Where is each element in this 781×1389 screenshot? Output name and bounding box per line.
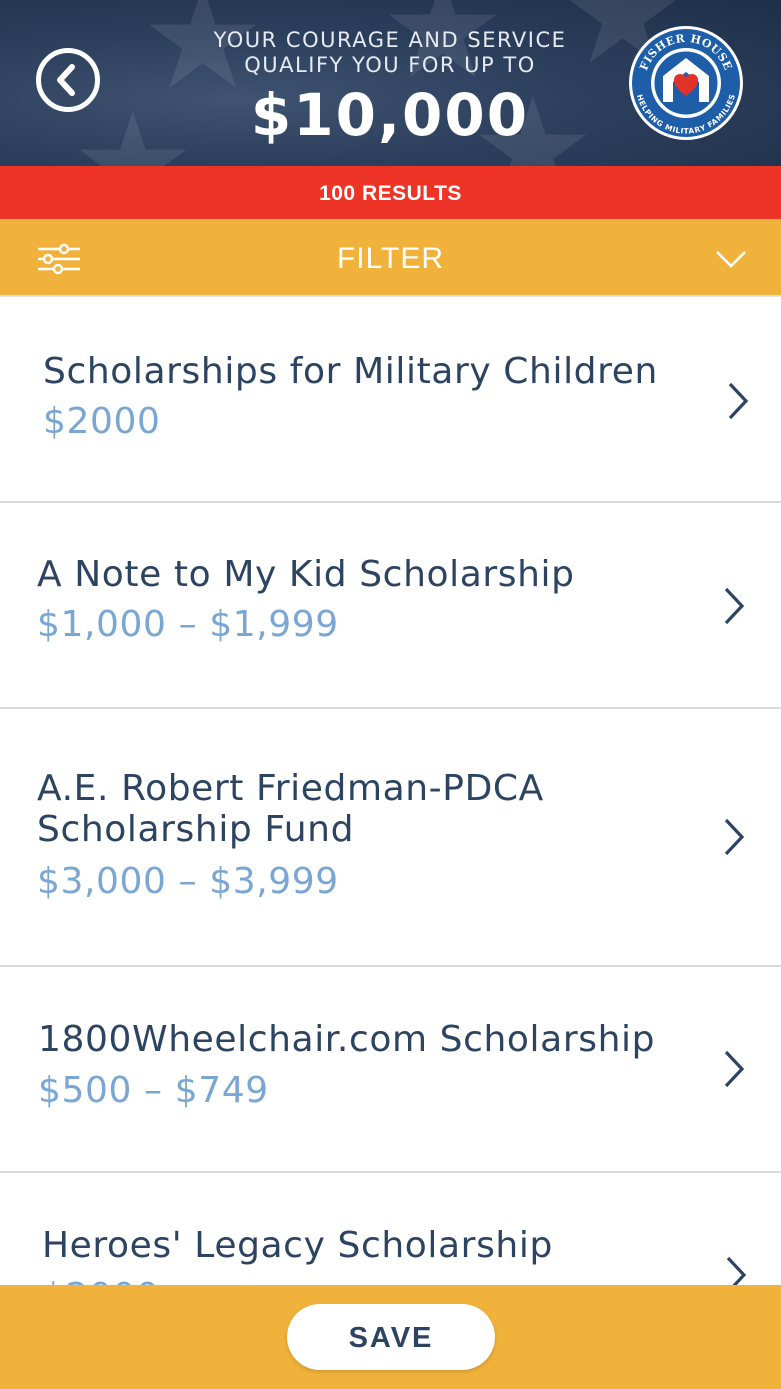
scholarship-amount: $2000 — [42, 1276, 160, 1285]
list-item[interactable]: A.E. Robert Friedman-PDCA Scholarship Fu… — [0, 709, 781, 967]
results-count: 100 RESULTS — [0, 166, 781, 219]
list-item[interactable]: Scholarships for Military Children $2000 — [0, 297, 781, 503]
scholarship-title: A Note to My Kid Scholarship — [37, 554, 575, 595]
sliders-icon[interactable] — [36, 243, 80, 275]
scholarship-amount: $2000 — [43, 401, 161, 442]
chevron-right-icon — [724, 818, 745, 856]
save-button[interactable]: SAVE — [287, 1304, 495, 1370]
scholarship-amount: $1,000 – $1,999 — [37, 604, 339, 645]
chevron-down-icon[interactable] — [714, 247, 748, 271]
chevron-right-icon — [724, 587, 745, 625]
chevron-right-icon — [728, 382, 749, 420]
list-item[interactable]: Heroes' Legacy Scholarship $2000 — [0, 1173, 781, 1285]
header-banner: ★ ★ ★ ★ ★ YOUR COURAGE AND SERVICE QUALI… — [0, 0, 781, 166]
scholarship-title: Scholarships for Military Children — [43, 351, 658, 392]
filter-toggle[interactable]: FILTER — [0, 219, 781, 295]
scholarship-title-line1: A.E. Robert Friedman-PDCA — [37, 768, 544, 809]
scholarship-title: 1800Wheelchair.com Scholarship — [38, 1019, 656, 1060]
fisher-house-logo: FISHER HOUSE HELPING MILITARY FAMILIES — [629, 26, 743, 140]
scholarship-amount: $3,000 – $3,999 — [37, 861, 339, 902]
list-item[interactable]: 1800Wheelchair.com Scholarship $500 – $7… — [0, 967, 781, 1173]
scholarship-amount: $500 – $749 — [38, 1070, 269, 1111]
back-button[interactable] — [36, 48, 100, 112]
header-subtitle-line2: QUALIFY YOU FOR UP TO — [244, 53, 536, 77]
footer-bar: SAVE — [0, 1285, 781, 1389]
chevron-left-circle-icon — [57, 64, 75, 96]
scholarship-list: Scholarships for Military Children $2000… — [0, 295, 781, 1285]
chevron-right-icon — [726, 1256, 747, 1285]
header-subtitle-line1: YOUR COURAGE AND SERVICE — [213, 28, 567, 52]
filter-label: FILTER — [336, 242, 445, 275]
chevron-right-icon — [724, 1050, 745, 1088]
scholarship-title-line2: Scholarship Fund — [37, 809, 355, 850]
max-award-amount: $10,000 — [250, 81, 530, 149]
list-item[interactable]: A Note to My Kid Scholarship $1,000 – $1… — [0, 503, 781, 709]
scholarship-title: Heroes' Legacy Scholarship — [42, 1225, 553, 1266]
